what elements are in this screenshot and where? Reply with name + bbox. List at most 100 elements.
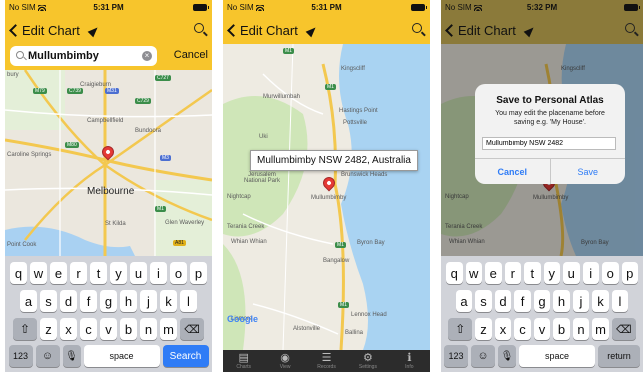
back-label: Edit Chart: [22, 23, 80, 38]
key-e[interactable]: e: [485, 262, 502, 284]
microphone-icon[interactable]: 🎙: [498, 345, 516, 367]
key-b[interactable]: b: [553, 318, 570, 340]
key-t[interactable]: t: [90, 262, 107, 284]
key-c[interactable]: c: [514, 318, 531, 340]
key-o[interactable]: o: [170, 262, 187, 284]
placename-input[interactable]: [482, 137, 616, 150]
key-m[interactable]: m: [592, 318, 609, 340]
key-row-4: 123 ☺ 🎙 space return: [441, 345, 643, 367]
key-x[interactable]: x: [60, 318, 77, 340]
key-e[interactable]: e: [50, 262, 67, 284]
key-h[interactable]: h: [120, 290, 137, 312]
clear-icon[interactable]: ×: [142, 51, 152, 61]
location-callout[interactable]: Mullumbimby NSW 2482, Australia: [250, 150, 418, 171]
cancel-button[interactable]: Cancel: [475, 159, 551, 184]
delete-icon[interactable]: ⌫: [180, 318, 204, 340]
key-f[interactable]: f: [80, 290, 97, 312]
map-view[interactable]: bury Craigieburn Campbellfield Bundoora …: [5, 70, 212, 256]
back-button[interactable]: Edit Chart: [226, 23, 319, 38]
key-w[interactable]: w: [30, 262, 47, 284]
microphone-icon[interactable]: 🎙: [62, 345, 81, 367]
cancel-button[interactable]: Cancel: [174, 49, 208, 61]
key-a[interactable]: a: [455, 290, 473, 312]
key-j[interactable]: j: [572, 290, 590, 312]
back-button[interactable]: Edit Chart: [8, 23, 101, 38]
key-u[interactable]: u: [563, 262, 580, 284]
map-label: Kingscliff: [341, 66, 365, 72]
tab-settings[interactable]: ⚙ Settings: [347, 350, 388, 372]
key-v[interactable]: v: [533, 318, 551, 340]
key-h[interactable]: h: [553, 290, 570, 312]
numbers-key[interactable]: 123: [8, 345, 33, 367]
shift-icon[interactable]: ⇧: [448, 318, 473, 340]
key-a[interactable]: a: [20, 290, 37, 312]
map-view[interactable]: Kingscliff Murwillumbah Hastings Point P…: [223, 44, 430, 350]
save-dialog: Save to Personal Atlas You may edit the …: [475, 84, 625, 184]
save-button[interactable]: Save: [551, 159, 626, 184]
key-y[interactable]: y: [543, 262, 560, 284]
key-r[interactable]: r: [70, 262, 87, 284]
key-x[interactable]: x: [494, 318, 512, 340]
chevron-left-icon: [445, 24, 458, 37]
key-d[interactable]: d: [60, 290, 77, 312]
key-k[interactable]: k: [160, 290, 177, 312]
key-g[interactable]: g: [100, 290, 117, 312]
key-s[interactable]: s: [40, 290, 57, 312]
key-p[interactable]: p: [621, 262, 638, 284]
shift-icon[interactable]: ⇧: [13, 318, 37, 340]
key-i[interactable]: i: [150, 262, 167, 284]
location-arrow-icon[interactable]: [305, 24, 319, 37]
tab-view[interactable]: ◉ View: [264, 350, 305, 372]
key-l[interactable]: l: [180, 290, 197, 312]
tab-info[interactable]: ℹ Info: [389, 350, 430, 372]
location-arrow-icon[interactable]: [87, 24, 101, 37]
key-n[interactable]: n: [140, 318, 157, 340]
delete-icon[interactable]: ⌫: [611, 318, 636, 340]
road-shield: A81: [173, 240, 186, 246]
key-g[interactable]: g: [533, 290, 551, 312]
key-w[interactable]: w: [465, 262, 482, 284]
space-key[interactable]: space: [519, 345, 595, 367]
map-label-city: Melbourne: [87, 186, 135, 197]
key-d[interactable]: d: [494, 290, 512, 312]
key-i[interactable]: i: [582, 262, 599, 284]
road-shield: C729: [135, 98, 151, 104]
emoji-icon[interactable]: ☺: [471, 345, 495, 367]
key-j[interactable]: j: [140, 290, 157, 312]
search-input[interactable]: [28, 48, 140, 64]
search-icon[interactable]: [194, 23, 204, 33]
key-y[interactable]: y: [110, 262, 127, 284]
back-button[interactable]: Edit Chart: [444, 23, 537, 38]
return-key[interactable]: return: [598, 345, 640, 367]
key-c[interactable]: c: [80, 318, 97, 340]
key-v[interactable]: v: [100, 318, 117, 340]
key-s[interactable]: s: [475, 290, 492, 312]
key-p[interactable]: p: [190, 262, 207, 284]
key-row-3: ⇧ z x c v b n m ⌫: [441, 318, 643, 340]
space-key[interactable]: space: [83, 345, 160, 367]
search-field[interactable]: ×: [10, 46, 157, 66]
key-t[interactable]: t: [524, 262, 541, 284]
tab-charts[interactable]: ▤ Charts: [223, 350, 264, 372]
emoji-icon[interactable]: ☺: [35, 345, 60, 367]
tab-records[interactable]: ☰ Records: [306, 350, 347, 372]
key-m[interactable]: m: [160, 318, 177, 340]
key-k[interactable]: k: [592, 290, 609, 312]
search-icon[interactable]: [412, 23, 422, 33]
key-z[interactable]: z: [40, 318, 57, 340]
key-q[interactable]: q: [446, 262, 463, 284]
numbers-key[interactable]: 123: [444, 345, 468, 367]
search-key[interactable]: Search: [162, 345, 209, 367]
key-u[interactable]: u: [130, 262, 147, 284]
key-q[interactable]: q: [10, 262, 27, 284]
key-b[interactable]: b: [120, 318, 137, 340]
location-arrow-icon[interactable]: [523, 24, 537, 37]
key-z[interactable]: z: [475, 318, 492, 340]
key-r[interactable]: r: [504, 262, 521, 284]
key-l[interactable]: l: [611, 290, 629, 312]
key-f[interactable]: f: [514, 290, 531, 312]
map-label: Uki: [259, 134, 268, 140]
search-icon[interactable]: [625, 23, 635, 33]
key-o[interactable]: o: [602, 262, 619, 284]
key-n[interactable]: n: [572, 318, 590, 340]
